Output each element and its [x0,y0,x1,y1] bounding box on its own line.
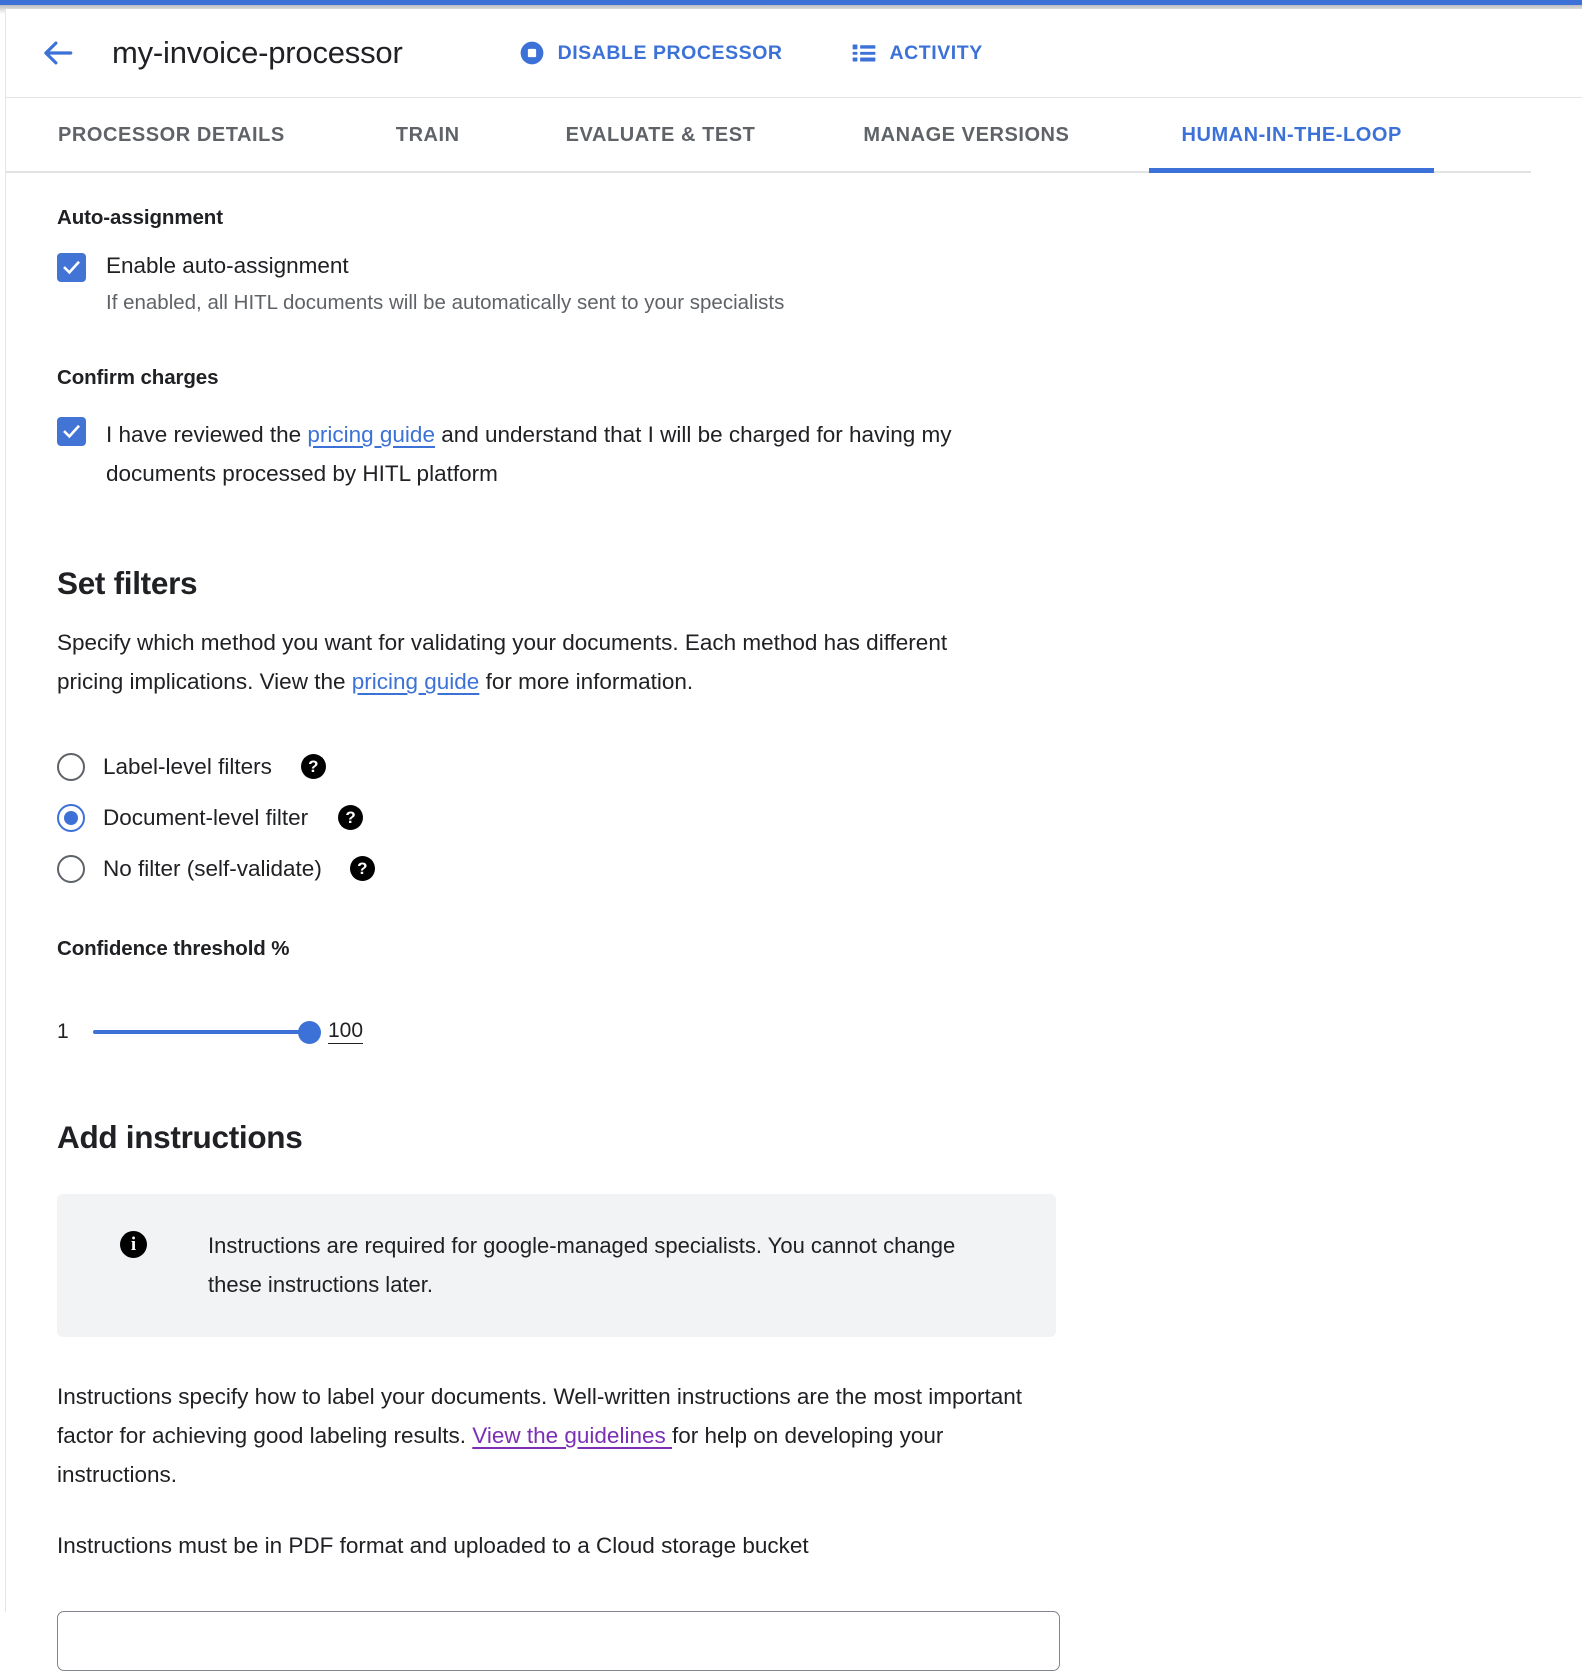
slider-min-label: 1 [57,1020,69,1043]
auto-assignment-row: Enable auto-assignment If enabled, all H… [57,251,1582,317]
pricing-guide-link-2[interactable]: pricing guide [352,669,480,694]
radio-label-level-filters-label: Label-level filters [103,753,272,779]
tab-train[interactable]: TRAIN [372,98,484,173]
radio-label-level-filters-indicator[interactable] [57,752,85,781]
tab-evaluate-and-test-label: EVALUATE & TEST [565,124,756,146]
tab-evaluate-and-test[interactable]: EVALUATE & TEST [542,98,780,173]
confirm-charges-text-block: I have reviewed the pricing guide and un… [106,415,1066,493]
stop-circle-icon [519,40,545,66]
tab-manage-versions-label: MANAGE VERSIONS [863,124,1070,146]
confidence-threshold-slider[interactable] [93,1020,321,1044]
radio-no-filter-indicator[interactable] [57,854,85,883]
add-instructions-heading: Add instructions [57,1119,303,1155]
confirm-charges-label: I have reviewed the pricing guide and un… [106,415,1066,493]
pdf-format-note: Instructions must be in PDF format and u… [57,1533,809,1558]
auto-assignment-group-label: Auto-assignment [57,206,223,229]
instructions-info-text: Instructions are required for google-man… [208,1233,956,1297]
view-the-guidelines-link[interactable]: View the guidelines [472,1423,672,1448]
back-button[interactable] [38,33,78,73]
set-filters-heading: Set filters [57,565,198,601]
help-icon-no-filter[interactable]: ? [349,856,375,881]
human-in-the-loop-panel: Auto-assignment Enable auto-assignment I… [6,206,1582,1671]
radio-document-level-filter-indicator[interactable] [57,803,85,832]
set-filters-description: Specify which method you want for valida… [57,623,987,701]
tab-human-in-the-loop[interactable]: HUMAN-IN-THE-LOOP [1149,98,1435,173]
tab-manage-versions[interactable]: MANAGE VERSIONS [839,98,1093,173]
activity-button[interactable]: ACTIVITY [851,40,983,66]
info-icon: i [120,1231,147,1258]
page-header: my-invoice-processor DISABLE PROCESSOR A… [6,9,1582,98]
app-frame: my-invoice-processor DISABLE PROCESSOR A… [5,9,1582,1671]
instructions-description: Instructions specify how to label your d… [57,1377,1047,1494]
filter-method-radio-group: Label-level filters ? Document-level fil… [57,741,1582,894]
radio-option-no-filter[interactable]: No filter (self-validate) ? [57,843,1582,894]
confirm-charges-group-label: Confirm charges [57,366,219,389]
tab-train-label: TRAIN [395,124,460,146]
slider-value[interactable]: 100 [328,1020,364,1044]
confidence-threshold-slider-row: 1 100 [57,1020,1582,1044]
help-icon-label-level-filters[interactable]: ? [300,754,326,779]
confirm-charges-row: I have reviewed the pricing guide and un… [57,415,1582,493]
slider-track [93,1030,319,1034]
cloud-storage-bucket-input[interactable] [57,1611,1060,1671]
list-icon [851,40,877,66]
confidence-threshold-label: Confidence threshold % [57,937,290,960]
checkmark-icon [63,424,81,439]
page-title: my-invoice-processor [112,35,403,70]
disable-processor-button[interactable]: DISABLE PROCESSOR [519,40,783,66]
help-icon-document-level-filter[interactable]: ? [338,805,364,830]
pricing-guide-link-1[interactable]: pricing guide [307,422,435,447]
checkmark-icon [63,260,81,275]
radio-no-filter-label: No filter (self-validate) [103,855,322,881]
tab-human-in-the-loop-label: HUMAN-IN-THE-LOOP [1181,124,1402,146]
slider-thumb[interactable] [298,1020,321,1044]
enable-auto-assignment-checkbox[interactable] [57,253,86,282]
auto-assignment-text-block: Enable auto-assignment If enabled, all H… [106,251,784,317]
confirm-charges-text-before: I have reviewed the [106,422,308,447]
set-filters-desc-after: for more information. [479,669,694,694]
auto-assignment-helper-text: If enabled, all HITL documents will be a… [106,291,785,314]
radio-document-level-filter-label: Document-level filter [103,804,309,830]
tab-processor-details-label: PROCESSOR DETAILS [58,124,285,146]
activity-label: ACTIVITY [889,41,983,64]
radio-option-label-level-filters[interactable]: Label-level filters ? [57,741,1582,792]
instructions-info-banner: i Instructions are required for google-m… [57,1194,1056,1337]
tab-processor-details[interactable]: PROCESSOR DETAILS [34,98,309,173]
radio-option-document-level-filter[interactable]: Document-level filter ? [57,792,1582,843]
arrow-back-icon [40,35,76,71]
disable-processor-label: DISABLE PROCESSOR [557,41,783,64]
enable-auto-assignment-label[interactable]: Enable auto-assignment [106,251,784,281]
tab-bar: PROCESSOR DETAILS TRAIN EVALUATE & TEST … [6,98,1582,173]
confirm-charges-checkbox[interactable] [57,417,86,446]
